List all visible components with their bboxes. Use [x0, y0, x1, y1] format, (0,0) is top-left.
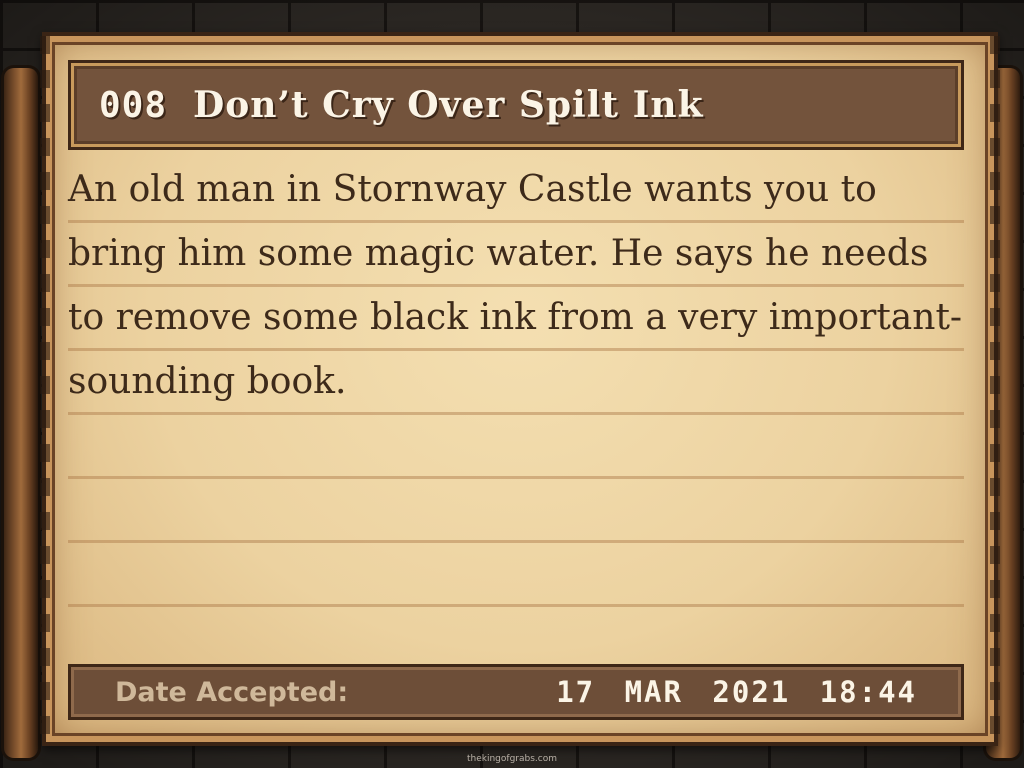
- quest-description: An old man in Stornway Castle wants you …: [68, 169, 963, 402]
- quest-description-area: An old man in Stornway Castle wants you …: [68, 158, 964, 658]
- ruled-line: [68, 540, 964, 543]
- ruled-line: [68, 604, 964, 607]
- quest-title: Don’t Cry Over Spilt Ink: [193, 84, 704, 126]
- quest-title-bar: 008 Don’t Cry Over Spilt Ink: [68, 60, 964, 150]
- date-accepted-bar: Date Accepted: 17 MAR 2021 18:44: [68, 664, 964, 720]
- parchment-torn-edge-left: [40, 36, 50, 742]
- quest-parchment: 008 Don’t Cry Over Spilt Ink An old man …: [40, 32, 1000, 746]
- watermark: thekingofgrabs.com: [467, 754, 557, 764]
- ruled-line: [68, 476, 964, 479]
- parchment-torn-edge-right: [990, 36, 1000, 742]
- quest-number: 008: [99, 84, 168, 126]
- scroll-roller-left: [4, 68, 38, 758]
- date-accepted-label: Date Accepted:: [115, 676, 349, 708]
- date-accepted-value: 17 MAR 2021 18:44: [556, 675, 917, 709]
